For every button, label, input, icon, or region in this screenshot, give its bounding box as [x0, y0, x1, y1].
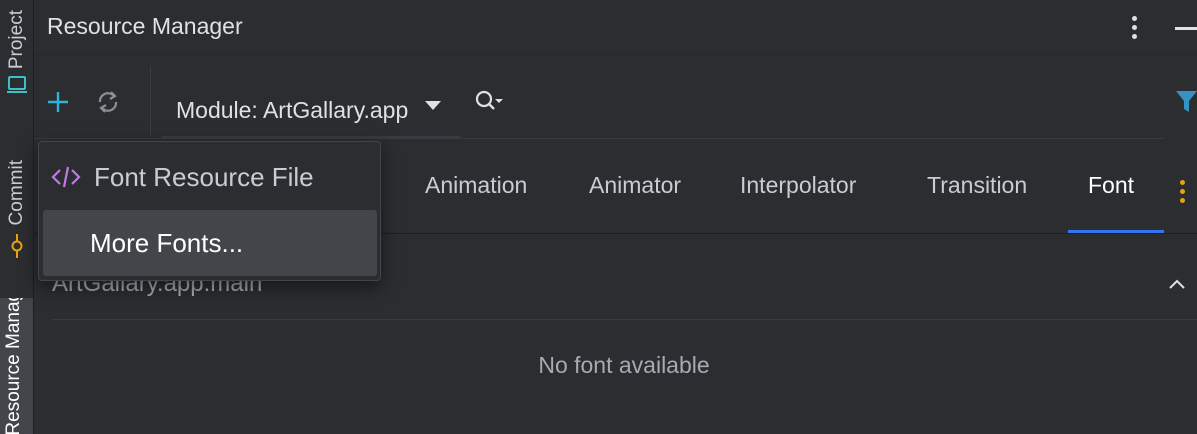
toolbar-bottom-divider	[34, 138, 1164, 139]
panel-title: Resource Manager	[47, 13, 243, 39]
options-menu-icon[interactable]	[1131, 16, 1137, 39]
more-tabs-icon[interactable]	[1180, 180, 1185, 203]
title-divider	[34, 54, 1197, 55]
menu-item-font-resource-file[interactable]: Font Resource File	[43, 144, 377, 210]
add-resource-menu: Font Resource File More Fonts...	[38, 141, 381, 281]
resource-manager-tool-button[interactable]: Resource Manager	[0, 298, 33, 434]
tab-animator[interactable]: Animator	[589, 172, 681, 199]
project-tool-button[interactable]: Project	[0, 10, 33, 95]
tab-font[interactable]: Font	[1088, 172, 1134, 199]
filter-icon[interactable]	[1175, 88, 1197, 116]
add-resource-icon[interactable]	[44, 88, 72, 116]
menu-item-label: Font Resource File	[94, 161, 314, 192]
project-icon	[6, 76, 27, 94]
toolbar-divider	[150, 66, 151, 136]
project-tool-label: Project	[5, 10, 27, 70]
module-dropdown-label: Module: ArtGallary.app	[176, 96, 409, 123]
section-divider	[52, 319, 1197, 320]
tab-transition[interactable]: Transition	[927, 172, 1027, 199]
tab-interpolator[interactable]: Interpolator	[740, 172, 856, 199]
commit-icon	[11, 234, 22, 259]
refresh-icon[interactable]	[94, 88, 122, 116]
commit-tool-label: Commit	[5, 160, 27, 226]
chevron-up-icon[interactable]	[1166, 276, 1188, 292]
chevron-down-icon	[425, 101, 441, 110]
hide-panel-button[interactable]	[1175, 27, 1197, 30]
module-dropdown[interactable]: Module: ArtGallary.app	[162, 82, 460, 138]
code-icon	[51, 166, 81, 188]
empty-state-message: No font available	[538, 352, 710, 378]
resource-manager-tool-label: Resource Manager	[3, 298, 24, 434]
menu-item-label: More Fonts...	[90, 227, 244, 258]
commit-tool-button[interactable]: Commit	[0, 160, 33, 259]
tab-animation[interactable]: Animation	[425, 172, 527, 199]
search-icon[interactable]	[472, 88, 504, 116]
menu-item-more-fonts[interactable]: More Fonts...	[43, 210, 377, 276]
